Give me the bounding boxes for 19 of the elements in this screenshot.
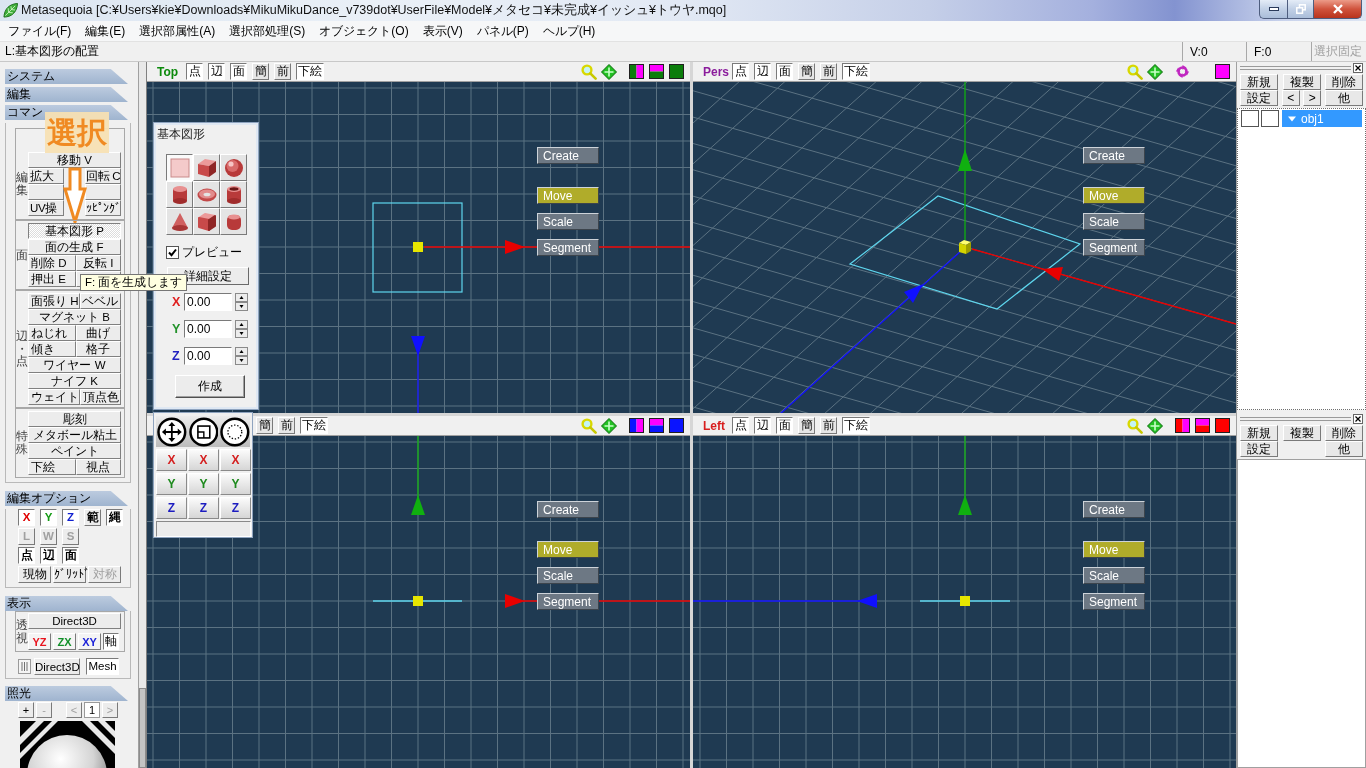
group-label: 面 — [16, 248, 28, 262]
view-label: Top — [157, 64, 180, 79]
face-count: F:0 — [1246, 42, 1311, 61]
axis-label: X — [172, 295, 182, 309]
axis-label: Z — [172, 349, 181, 363]
vertex-count: V:0 — [1182, 42, 1246, 61]
group-label: 特殊 — [16, 430, 28, 456]
view-label: Pers — [703, 64, 731, 79]
tooltip: F: 面を生成します — [80, 274, 188, 291]
view-label: Left — [703, 418, 726, 433]
axis-label: Y — [172, 322, 182, 336]
group-label: 辺・点 — [16, 330, 28, 368]
window-title: Metasequoia [C:¥Users¥kie¥Downloads¥MikuMikuDance_v739dot¥UserFile¥Model¥メタセコ¥未完成¥イッシュ¥トウヤ.mqo] — [21, 2, 727, 19]
checkbox-label: プレビュー — [182, 245, 242, 260]
annotation-label: 選択 — [45, 112, 109, 153]
group-label: 編集 — [16, 171, 28, 197]
panel-title: 基本図形 — [156, 128, 206, 141]
status-message: L:基本図形の配置 — [4, 43, 99, 60]
group-label: 透視 — [16, 618, 28, 645]
